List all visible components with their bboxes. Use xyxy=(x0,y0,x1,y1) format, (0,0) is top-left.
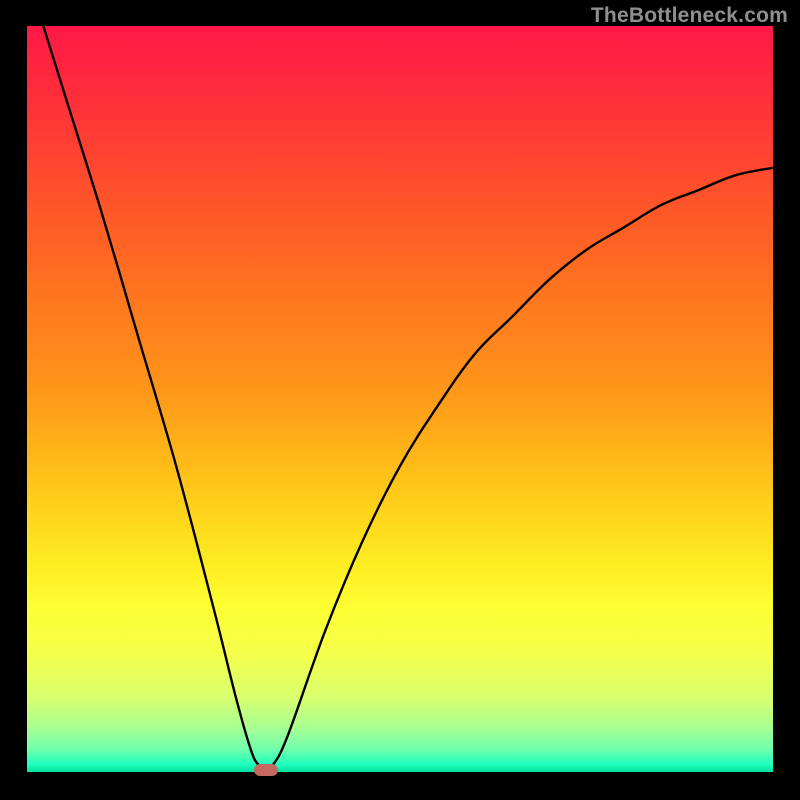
minimum-marker xyxy=(254,764,278,776)
chart-plot-area xyxy=(27,26,773,772)
watermark-text: TheBottleneck.com xyxy=(591,4,788,28)
chart-container: TheBottleneck.com xyxy=(0,0,800,800)
